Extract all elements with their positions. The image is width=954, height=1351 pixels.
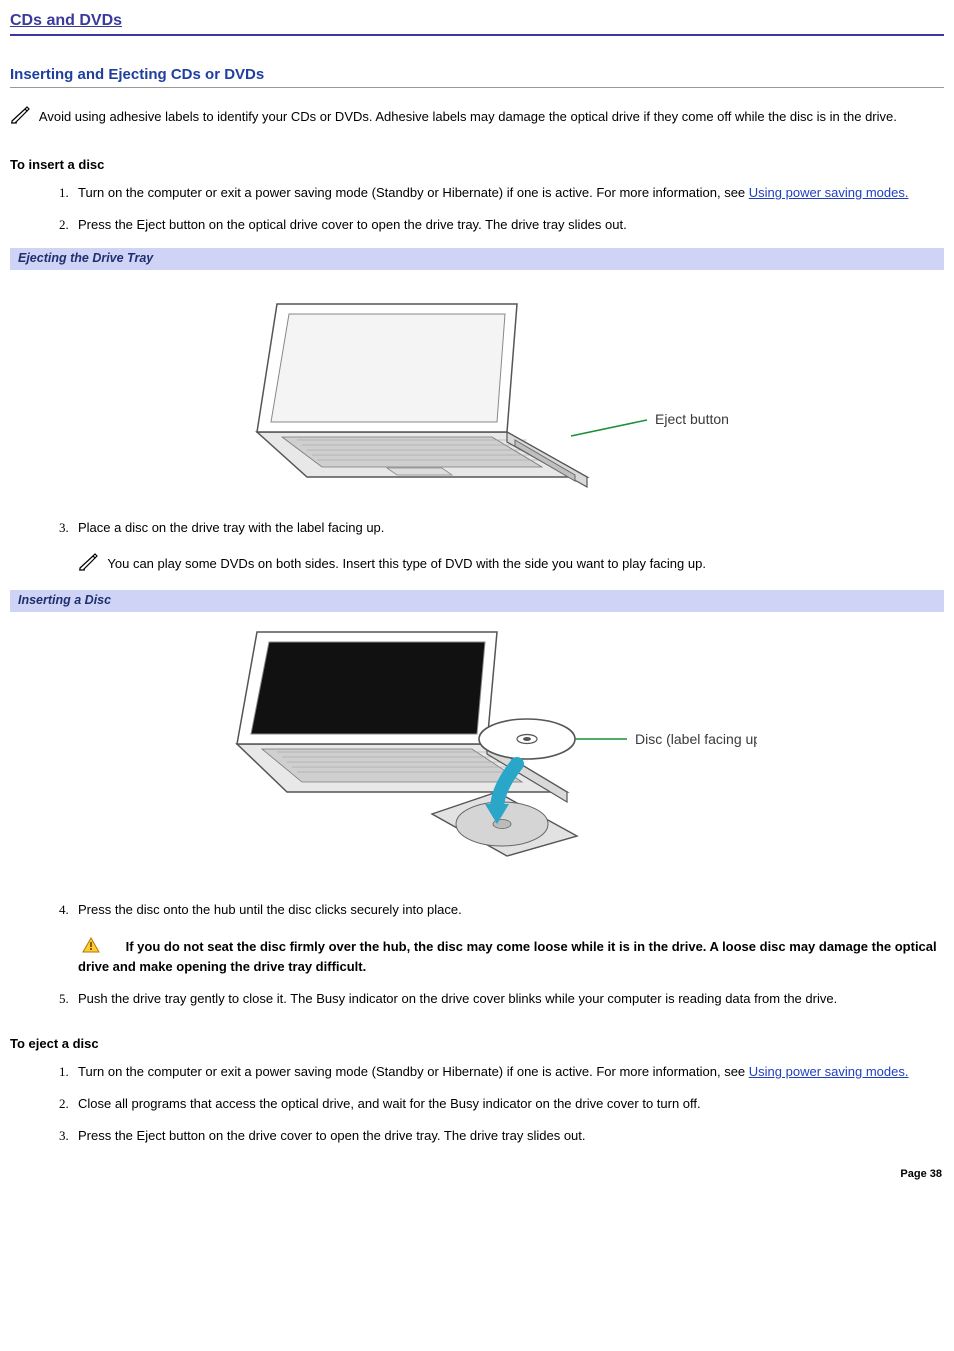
list-item: Press the disc onto the hub until the di… <box>72 901 944 977</box>
figure1-caption: Ejecting the Drive Tray <box>10 248 944 270</box>
power-saving-modes-link[interactable]: Using power saving modes. <box>749 185 909 200</box>
eject-heading: To eject a disc <box>10 1035 944 1053</box>
list-item: Press the Eject button on the drive cove… <box>72 1127 944 1145</box>
chapter-title: CDs and DVDs <box>10 10 944 36</box>
step3-note: You can play some DVDs on both sides. In… <box>78 553 944 576</box>
list-item: Press the Eject button on the optical dr… <box>72 216 944 234</box>
list-item: Place a disc on the drive tray with the … <box>72 519 944 576</box>
figure1-image: Eject button <box>10 270 944 519</box>
figure2-image: Disc (label facing up) <box>10 612 944 901</box>
figure2-caption: Inserting a Disc <box>10 590 944 612</box>
figure1-callout: Eject button <box>655 411 729 427</box>
power-saving-modes-link[interactable]: Using power saving modes. <box>749 1064 909 1079</box>
handwriting-note-icon <box>10 106 32 129</box>
list-item: Close all programs that access the optic… <box>72 1095 944 1113</box>
step4-warning: If you do not seat the disc firmly over … <box>78 937 944 976</box>
page-number: Page 38 <box>900 1167 942 1182</box>
step3-note-text: You can play some DVDs on both sides. In… <box>107 556 706 571</box>
step-text: Turn on the computer or exit a power sav… <box>78 1064 749 1079</box>
insert-steps-cont: Place a disc on the drive tray with the … <box>10 519 944 576</box>
warning-triangle-icon <box>82 937 100 958</box>
list-item: Push the drive tray gently to close it. … <box>72 990 944 1008</box>
list-item: Turn on the computer or exit a power sav… <box>72 184 944 202</box>
insert-steps-cont2: Press the disc onto the hub until the di… <box>10 901 944 1009</box>
handwriting-note-icon <box>78 553 100 576</box>
insert-heading: To insert a disc <box>10 156 944 174</box>
intro-note: Avoid using adhesive labels to identify … <box>10 106 944 129</box>
step-text: Turn on the computer or exit a power sav… <box>78 185 749 200</box>
list-item: Turn on the computer or exit a power sav… <box>72 1063 944 1081</box>
step4-warning-text: If you do not seat the disc firmly over … <box>78 939 937 974</box>
intro-note-text: Avoid using adhesive labels to identify … <box>39 109 897 124</box>
insert-steps: Turn on the computer or exit a power sav… <box>10 184 944 234</box>
step-text: Place a disc on the drive tray with the … <box>78 520 384 535</box>
section-title: Inserting and Ejecting CDs or DVDs <box>10 64 944 88</box>
step-text: Press the disc onto the hub until the di… <box>78 902 462 917</box>
eject-steps: Turn on the computer or exit a power sav… <box>10 1063 944 1146</box>
figure2-callout: Disc (label facing up) <box>635 731 757 747</box>
